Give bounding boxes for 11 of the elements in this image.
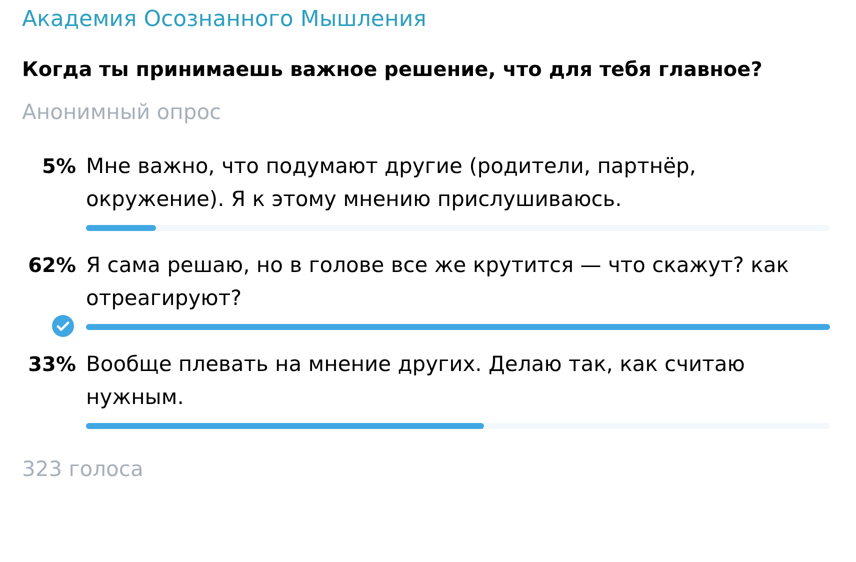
option-text: Вообще плевать на мнение других. Делаю так, как считаю нужным.	[86, 351, 746, 411]
poll-option[interactable]: 5% Мне важно, что подумают другие (родители, партнёр, окружение). Я к этому мнению прислушиваюсь.	[22, 150, 830, 233]
option-percent: 33%	[27, 351, 76, 378]
poll-question: Когда ты принимаешь важное решение, что для тебя главное?	[22, 56, 764, 83]
option-percent: 5%	[41, 153, 76, 180]
option-text: Я сама решаю, но в голове все же крутится — что скажут? как отреагируют?	[86, 252, 790, 312]
poll-option[interactable]: 33% Вообще плевать на мнение других. Делаю так, как считаю нужным.	[22, 348, 830, 431]
poll-type-label: Анонимный опрос	[22, 99, 222, 126]
vote-count: 323 голоса	[22, 456, 144, 483]
option-percent: 62%	[27, 252, 76, 279]
option-text: Мне важно, что подумают другие (родители, партнёр, окружение). Я к этому мнению прислушиваюсь.	[86, 153, 698, 213]
